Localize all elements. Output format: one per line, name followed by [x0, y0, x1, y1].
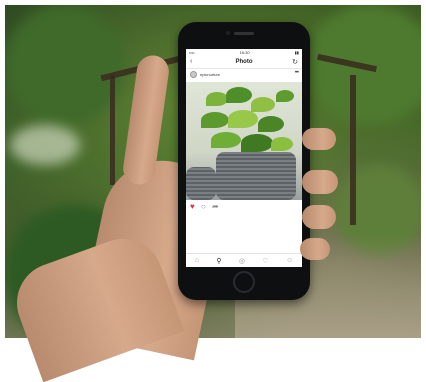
- post-image[interactable]: [186, 82, 302, 200]
- speaker: [234, 32, 254, 35]
- refresh-icon[interactable]: ↻: [292, 58, 298, 66]
- bridge-post: [350, 75, 356, 225]
- bridge-post: [110, 75, 115, 185]
- share-icon[interactable]: ➦: [212, 202, 219, 211]
- finger: [302, 205, 336, 229]
- heart-outline-icon[interactable]: ♡: [262, 257, 268, 265]
- finger: [302, 128, 336, 150]
- leaf: [241, 134, 273, 152]
- tab-bar: ⌂ ⚲ ◎ ♡ ☺: [186, 253, 302, 267]
- heart-icon[interactable]: ♥: [190, 202, 195, 211]
- home-button[interactable]: [233, 271, 255, 293]
- comment-icon[interactable]: ○: [201, 202, 206, 211]
- profile-icon[interactable]: ☺: [286, 257, 293, 264]
- battery-icon: ▮▮: [294, 50, 299, 55]
- home-icon[interactable]: ⌂: [195, 257, 199, 264]
- tire-stack: [186, 167, 216, 200]
- page-title: Photo: [235, 59, 253, 65]
- front-camera: [226, 31, 230, 35]
- phone-screen: •••• 16:30 ▮▮ ‹ Photo ↻ epicnurture •••: [186, 49, 302, 267]
- leaf: [271, 137, 293, 151]
- post-actions: ♥ ○ ➦: [186, 201, 302, 213]
- post-header: epicnurture •••: [186, 69, 302, 81]
- status-time: 16:30: [239, 50, 250, 55]
- leaf: [226, 87, 252, 103]
- foliage: [5, 5, 125, 125]
- leaf: [228, 110, 258, 128]
- smartphone: •••• 16:30 ▮▮ ‹ Photo ↻ epicnurture •••: [178, 22, 310, 300]
- flowers: [10, 125, 80, 165]
- leaf: [251, 97, 275, 112]
- post-username[interactable]: epicnurture: [200, 72, 220, 77]
- leaf: [258, 116, 284, 132]
- leaf: [211, 132, 241, 148]
- camera-icon[interactable]: ◎: [239, 257, 245, 265]
- leaf: [201, 112, 229, 128]
- tire-stack: [216, 152, 296, 200]
- search-icon[interactable]: ⚲: [216, 257, 221, 265]
- leaf: [206, 92, 228, 106]
- avatar[interactable]: [190, 71, 197, 78]
- status-bar: •••• 16:30 ▮▮: [186, 49, 302, 56]
- nav-bar: ‹ Photo ↻: [186, 56, 302, 69]
- finger: [300, 238, 330, 260]
- finger: [302, 170, 338, 194]
- more-icon[interactable]: •••: [295, 70, 299, 76]
- carrier-signal: ••••: [189, 50, 195, 55]
- leaf: [276, 90, 294, 102]
